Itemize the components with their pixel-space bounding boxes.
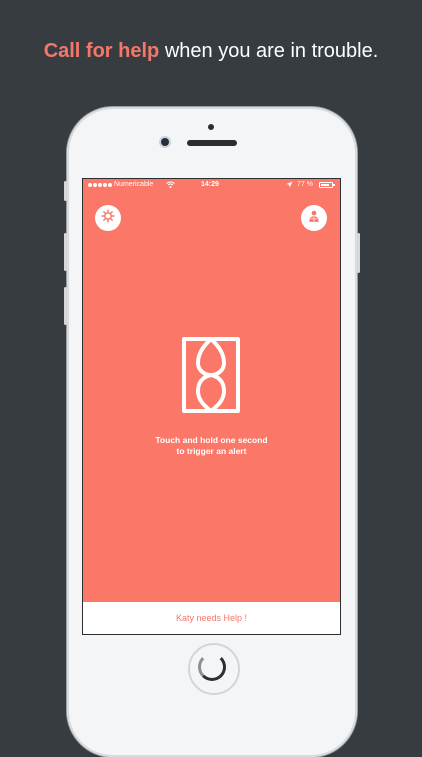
app-screen: Numericable 14:29 77 % Touch and hold on…	[83, 179, 340, 634]
signal-icon	[88, 183, 112, 187]
carrier-name: Numericable	[114, 181, 154, 188]
headline-rest: when you are in trouble.	[159, 40, 379, 62]
earpiece-speaker	[187, 140, 237, 146]
power-button	[357, 233, 360, 273]
battery-percent: 77 %	[297, 181, 313, 188]
instruction-line-1: Touch and hold one second	[155, 435, 268, 445]
contact-button[interactable]	[301, 205, 327, 231]
settings-button[interactable]	[95, 205, 121, 231]
help-status-bar[interactable]: Katy needs Help !	[83, 602, 340, 634]
alert-icon[interactable]	[180, 335, 242, 415]
phone-frame: Numericable 14:29 77 % Touch and hold on…	[64, 107, 360, 757]
instruction-line-2: to trigger an alert	[176, 446, 247, 456]
battery-icon	[319, 182, 335, 188]
status-bar: Numericable 14:29 77 %	[83, 179, 340, 193]
front-camera	[161, 138, 169, 146]
instruction-text: Touch and hold one second to trigger an …	[83, 435, 340, 457]
promo-headline: Call for help when you are in trouble.	[0, 40, 422, 63]
contact-icon	[307, 209, 321, 228]
location-arrow-icon	[286, 181, 293, 190]
loading-spinner-icon	[198, 653, 226, 681]
wifi-icon	[166, 181, 175, 190]
headline-accent: Call for help	[43, 40, 160, 62]
mute-switch	[64, 181, 67, 201]
status-time: 14:29	[201, 181, 219, 188]
help-status-label: Katy needs Help !	[175, 613, 248, 623]
home-button[interactable]	[188, 643, 240, 695]
gear-icon	[101, 208, 115, 228]
proximity-sensor	[208, 124, 214, 130]
volume-up-button	[64, 233, 67, 271]
volume-down-button	[64, 287, 67, 325]
